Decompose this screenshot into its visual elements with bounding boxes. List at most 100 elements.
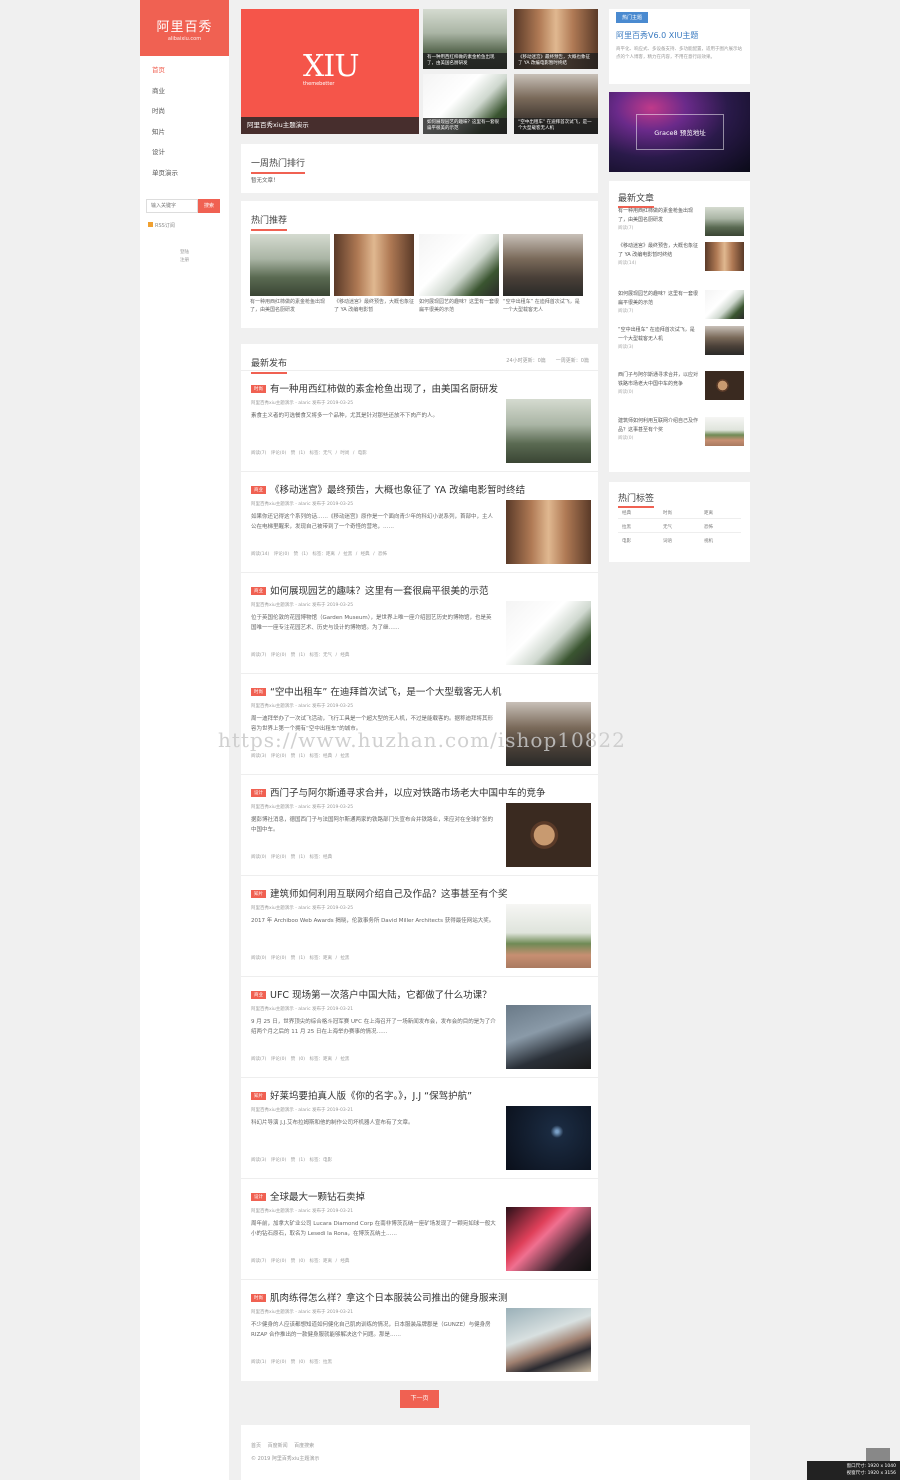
footer-links[interactable]: 首页 百度新闻 百度搜索 bbox=[251, 1440, 750, 1453]
focus-item[interactable]: 有一种用西红柿做的素金枪鱼出现了，由美国名厨研发 bbox=[423, 9, 507, 69]
latest-item[interactable]: 西门子与阿尔斯通寻求合并，以应对铁路市场老大中国中车的竞争 阅读(0) bbox=[618, 371, 744, 400]
tag-link[interactable]: 距离 bbox=[704, 510, 713, 516]
nav-item-fashion[interactable]: 时尚 bbox=[140, 101, 229, 122]
tag-link[interactable]: 词语 bbox=[663, 538, 672, 544]
article-title[interactable]: 好莱坞要拍真人版《你的名字。》，J.J “保驾护航” bbox=[270, 1091, 472, 1102]
article-heading[interactable]: 时尚 有一种用西红柿做的素金枪鱼出现了，由美国名厨研发 bbox=[251, 381, 498, 395]
tag-link[interactable]: 恐怖 bbox=[704, 524, 713, 530]
tag-link[interactable]: 电影 bbox=[622, 538, 631, 544]
article-heading[interactable]: 时尚 “空中出租车” 在迪拜首次试飞，是一个大型载客无人机 bbox=[251, 684, 501, 698]
rss-icon bbox=[148, 222, 153, 227]
latest-item[interactable]: 建筑师如何利用互联网介绍自己及作品？这事甚至有个奖 阅读(0) bbox=[618, 417, 744, 446]
grace8-banner[interactable]: Grace8 预览地址 bbox=[609, 92, 750, 172]
logo-title: 阿里百秀 bbox=[156, 20, 213, 35]
article-heading[interactable]: 知片 建筑师如何利用互联网介绍自己及作品？这事甚至有个奖 bbox=[251, 886, 508, 900]
article-heading[interactable]: 商业 如何展现园艺的趣味？这里有一套很扁平很美的示范 bbox=[251, 583, 489, 597]
hot-item[interactable]: 有一种用西红柿做的素金枪鱼出现了，由美国名厨研发 bbox=[250, 234, 330, 314]
hot-item[interactable]: 《移动迷宫》最终预告，大概也象征了 YA 改编电影暂 bbox=[334, 234, 414, 314]
article-thumbnail[interactable] bbox=[506, 601, 591, 665]
article-thumbnail[interactable] bbox=[506, 904, 591, 968]
article-category-tag[interactable]: 时尚 bbox=[251, 1294, 266, 1302]
site-logo[interactable]: 阿里百秀 alibaixiu.com bbox=[140, 0, 229, 56]
sticky-title[interactable]: 阿里百秀V6.0 XIU主题 bbox=[616, 30, 743, 41]
article-excerpt: 据彭博社消息，德国西门子与法国阿尔斯通两家的铁路部门头宣布合并铁路业，来应对在全… bbox=[251, 817, 494, 833]
latest-item-title[interactable]: 西门子与阿尔斯通寻求合并，以应对铁路市场老大中国中车的竞争 bbox=[618, 371, 698, 388]
latest-item-title[interactable]: 有一种用西红柿做的素金枪鱼出现了，由美国名厨研发 bbox=[618, 207, 698, 224]
article-category-tag[interactable]: 设计 bbox=[251, 789, 266, 797]
article-title[interactable]: 如何展现园艺的趣味？这里有一套很扁平很美的示范 bbox=[270, 586, 489, 597]
article-heading[interactable]: 商业 UFC 现场第一次落户中国大陆，它都做了什么功课？ bbox=[251, 987, 492, 1001]
article-category-tag[interactable]: 知片 bbox=[251, 1092, 266, 1100]
article-title[interactable]: 西门子与阿尔斯通寻求合并，以应对铁路市场老大中国中车的竞争 bbox=[270, 788, 546, 799]
tags-title: 热门标签 bbox=[618, 494, 655, 508]
article-thumbnail[interactable] bbox=[506, 1207, 591, 1271]
article-title[interactable]: 建筑师如何利用互联网介绍自己及作品？这事甚至有个奖 bbox=[270, 889, 508, 900]
latest-item-title[interactable]: 《移动迷宫》最终预告，大概也象征了 YA 改编电影暂时终结 bbox=[618, 242, 698, 259]
article-category-tag[interactable]: 时尚 bbox=[251, 385, 266, 393]
latest-item[interactable]: 有一种用西红柿做的素金枪鱼出现了，由美国名厨研发 阅读(7) bbox=[618, 207, 744, 236]
article-thumbnail[interactable] bbox=[506, 399, 591, 463]
article-title[interactable]: 全球最大一颗钻石卖掉 bbox=[270, 1192, 365, 1203]
article-heading[interactable]: 知片 好莱坞要拍真人版《你的名字。》，J.J “保驾护航” bbox=[251, 1088, 472, 1102]
article-heading[interactable]: 设计 西门子与阿尔斯通寻求合并，以应对铁路市场老大中国中车的竞争 bbox=[251, 785, 546, 799]
login-link[interactable]: 登陆 bbox=[140, 249, 229, 257]
next-page-button[interactable]: 下一页 bbox=[400, 1390, 439, 1408]
article-heading[interactable]: 设计 全球最大一颗钻石卖掉 bbox=[251, 1189, 365, 1203]
latest-item[interactable]: 《移动迷宫》最终预告，大概也象征了 YA 改编电影暂时终结 阅读(14) bbox=[618, 242, 744, 271]
latest-item-thumb[interactable] bbox=[705, 207, 744, 236]
article-category-tag[interactable]: 商业 bbox=[251, 991, 266, 999]
tag-link[interactable]: 无气 bbox=[663, 524, 672, 530]
nav-item-clips[interactable]: 知片 bbox=[140, 122, 229, 143]
article-thumbnail[interactable] bbox=[506, 500, 591, 564]
focus-item[interactable]: 《移动迷宫》最终预告，大概也象征了 YA 改编电影暂时终结 bbox=[514, 9, 598, 69]
article-thumbnail[interactable] bbox=[506, 1106, 591, 1170]
latest-item-title[interactable]: 建筑师如何利用互联网介绍自己及作品？这事甚至有个奖 bbox=[618, 417, 698, 434]
tag-link[interactable]: 时尚 bbox=[663, 510, 672, 516]
tag-link[interactable]: 经典 bbox=[622, 510, 631, 516]
focus-item[interactable]: “空中出租车” 在迪拜首次试飞，是一个大型载客无人机 bbox=[514, 74, 598, 134]
nav-item-design[interactable]: 设计 bbox=[140, 142, 229, 163]
article-heading[interactable]: 时尚 肌肉练得怎么样？拿这个日本服装公司推出的健身服来测 bbox=[251, 1290, 508, 1304]
search-button[interactable]: 搜索 bbox=[198, 199, 220, 213]
article-thumbnail[interactable] bbox=[506, 803, 591, 867]
article-category-tag[interactable]: 商业 bbox=[251, 587, 266, 595]
nav-item-single-page[interactable]: 单页演示 bbox=[140, 163, 229, 184]
article-thumbnail[interactable] bbox=[506, 1005, 591, 1069]
register-link[interactable]: 注册 bbox=[140, 257, 229, 265]
article-category-tag[interactable]: 设计 bbox=[251, 1193, 266, 1201]
article-title[interactable]: 肌肉练得怎么样？拿这个日本服装公司推出的健身服来测 bbox=[270, 1293, 508, 1304]
sticky-theme-card[interactable]: 热门主题 阿里百秀V6.0 XIU主题 商平化、响应式、多设备支持、多功能配置，… bbox=[609, 9, 750, 84]
article-title[interactable]: “空中出租车” 在迪拜首次试飞，是一个大型载客无人机 bbox=[270, 687, 501, 698]
latest-item-title[interactable]: “空中出租车” 在迪拜首次试飞，是一个大型载客无人机 bbox=[618, 326, 698, 343]
article-title[interactable]: 有一种用西红柿做的素金枪鱼出现了，由美国名厨研发 bbox=[270, 384, 498, 395]
nav-item-business[interactable]: 商业 bbox=[140, 81, 229, 102]
nav-item-home[interactable]: 首页 bbox=[140, 60, 229, 81]
rss-link[interactable]: RSS订阅 bbox=[148, 222, 229, 229]
latest-item-thumb[interactable] bbox=[705, 371, 744, 400]
newest-articles: 最新发布 24小时更新：0篇 一周更新：0篇 时尚 有一种用西红柿做的素金枪鱼出现… bbox=[241, 344, 598, 1381]
article-title[interactable]: 《移动迷宫》最终预告，大概也象征了 YA 改编电影暂时终结 bbox=[270, 485, 525, 496]
hot-item[interactable]: 如何展现园艺的趣味？这里有一套很扁平很美的示范 bbox=[419, 234, 499, 314]
latest-item-thumb[interactable] bbox=[705, 290, 744, 319]
article-category-tag[interactable]: 知片 bbox=[251, 890, 266, 898]
search-input[interactable] bbox=[146, 199, 198, 213]
hot-item[interactable]: “空中出租车” 在迪拜首次试飞，是一个大型载客无人 bbox=[503, 234, 583, 314]
article-title[interactable]: UFC 现场第一次落户中国大陆，它都做了什么功课？ bbox=[270, 990, 492, 1001]
focus-main-banner[interactable]: XIU themebetter 阿里百秀xiu主题演示 bbox=[241, 9, 419, 134]
tag-link[interactable]: 拉黑 bbox=[622, 524, 631, 530]
tag-link[interactable]: 视机 bbox=[704, 538, 713, 544]
article-category-tag[interactable]: 商业 bbox=[251, 486, 266, 494]
latest-item-title[interactable]: 如何展现园艺的趣味？这里有一套很扁平很美的示范 bbox=[618, 290, 698, 307]
article-thumbnail[interactable] bbox=[506, 1308, 591, 1372]
latest-item-thumb[interactable] bbox=[705, 417, 744, 446]
widget-title: 热门标签 bbox=[609, 482, 750, 508]
article-category-tag[interactable]: 时尚 bbox=[251, 688, 266, 696]
footer-copyright: © 2019 阿里百秀xiu主题演示 bbox=[251, 1456, 320, 1462]
article-heading[interactable]: 商业 《移动迷宫》最终预告，大概也象征了 YA 改编电影暂时终结 bbox=[251, 482, 525, 496]
focus-item[interactable]: 如何展现园艺的趣味？这里有一套很扁平很美的示范 bbox=[423, 74, 507, 134]
latest-item-thumb[interactable] bbox=[705, 242, 744, 271]
latest-item-thumb[interactable] bbox=[705, 326, 744, 355]
rss-label: RSS订阅 bbox=[155, 223, 175, 229]
latest-item[interactable]: 如何展现园艺的趣味？这里有一套很扁平很美的示范 阅读(7) bbox=[618, 290, 744, 319]
latest-item[interactable]: “空中出租车” 在迪拜首次试飞，是一个大型载客无人机 阅读(3) bbox=[618, 326, 744, 355]
